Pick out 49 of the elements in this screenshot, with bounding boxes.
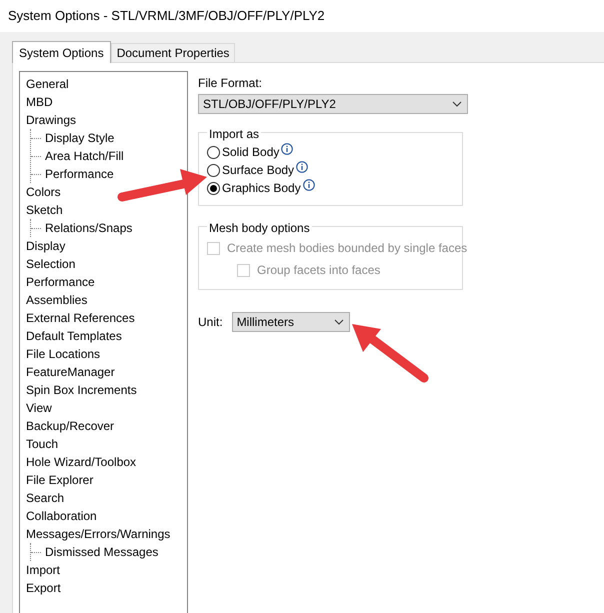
checkbox-label: Group facets into faces xyxy=(257,262,380,279)
tree-item[interactable]: FeatureManager xyxy=(25,363,116,381)
tree-item[interactable]: Search xyxy=(25,489,66,507)
tree-item[interactable]: File Locations xyxy=(25,345,102,363)
radio-label: Solid Body xyxy=(222,144,280,161)
radio-button[interactable] xyxy=(207,182,220,194)
info-icon xyxy=(281,142,294,154)
window-title: System Options - STL/VRML/3MF/OBJ/OFF/PLY/PLY2 xyxy=(8,7,325,26)
checkbox-label: Create mesh bodies bounded by single faces xyxy=(227,240,468,257)
tree-item[interactable]: Performance xyxy=(44,165,115,183)
file-format-dropdown[interactable]: STL/OBJ/OFF/PLY/PLY2 xyxy=(198,94,468,114)
chevron-down-icon xyxy=(334,319,344,325)
tree-item[interactable]: Hole Wizard/Toolbox xyxy=(25,453,138,471)
info-icon xyxy=(296,160,308,172)
tree-item[interactable]: Sketch xyxy=(25,201,64,219)
tab[interactable]: System Options xyxy=(12,41,111,63)
tree-item[interactable]: Collaboration xyxy=(25,507,98,525)
tree-item[interactable]: MBD xyxy=(25,93,54,111)
tree-item[interactable]: Default Templates xyxy=(25,327,123,345)
tree-item[interactable]: View xyxy=(25,399,53,417)
tree-item[interactable]: General xyxy=(25,75,70,93)
tree-item[interactable]: Spin Box Increments xyxy=(25,381,138,399)
tree-item[interactable]: Display xyxy=(25,237,66,255)
tree-item[interactable]: File Explorer xyxy=(25,471,94,489)
tree-item[interactable]: Import xyxy=(25,561,62,579)
tree-item[interactable]: Colors xyxy=(25,183,62,201)
radio-label: Graphics Body xyxy=(222,180,301,197)
tree-item[interactable]: Export xyxy=(25,579,62,597)
tree-item[interactable]: Display Style xyxy=(44,129,116,147)
tree-item[interactable]: Backup/Recover xyxy=(25,417,116,435)
tree-item[interactable]: Assemblies xyxy=(25,291,88,309)
chevron-down-icon xyxy=(452,101,462,107)
tree-item[interactable]: Drawings xyxy=(25,111,78,129)
radio-button[interactable] xyxy=(207,146,220,158)
tree-item[interactable]: Performance xyxy=(25,273,96,291)
file-format-label: File Format: xyxy=(198,75,262,92)
tree-item[interactable]: External References xyxy=(25,309,136,327)
unit-label: Unit: xyxy=(198,314,223,331)
tree-item[interactable]: Selection xyxy=(25,255,76,273)
tree-item[interactable]: Relations/Snaps xyxy=(44,219,134,237)
info-icon xyxy=(302,178,315,190)
tree-item[interactable]: Touch xyxy=(25,435,60,453)
radio-button[interactable] xyxy=(207,164,220,176)
unit-dropdown[interactable]: Millimeters xyxy=(232,312,350,332)
radio-label: Surface Body xyxy=(222,162,294,179)
tree-item[interactable]: Area Hatch/Fill xyxy=(44,147,125,165)
tab[interactable]: Document Properties xyxy=(110,43,236,62)
tree-item[interactable]: Messages/Errors/Warnings xyxy=(25,525,172,543)
tree-item[interactable]: Dismissed Messages xyxy=(44,543,160,561)
